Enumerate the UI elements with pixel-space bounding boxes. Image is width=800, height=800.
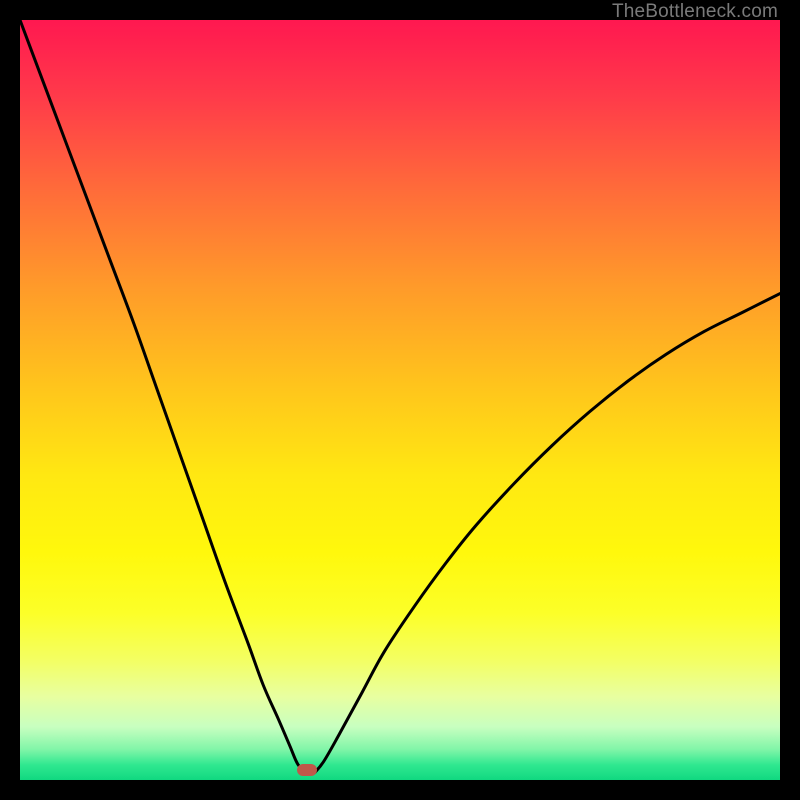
curve-left-branch — [20, 20, 307, 772]
curve-right-branch — [315, 294, 780, 773]
bottleneck-curve — [20, 20, 780, 780]
plot-area — [20, 20, 780, 780]
optimum-marker — [297, 764, 317, 776]
chart-frame: TheBottleneck.com — [0, 0, 800, 800]
